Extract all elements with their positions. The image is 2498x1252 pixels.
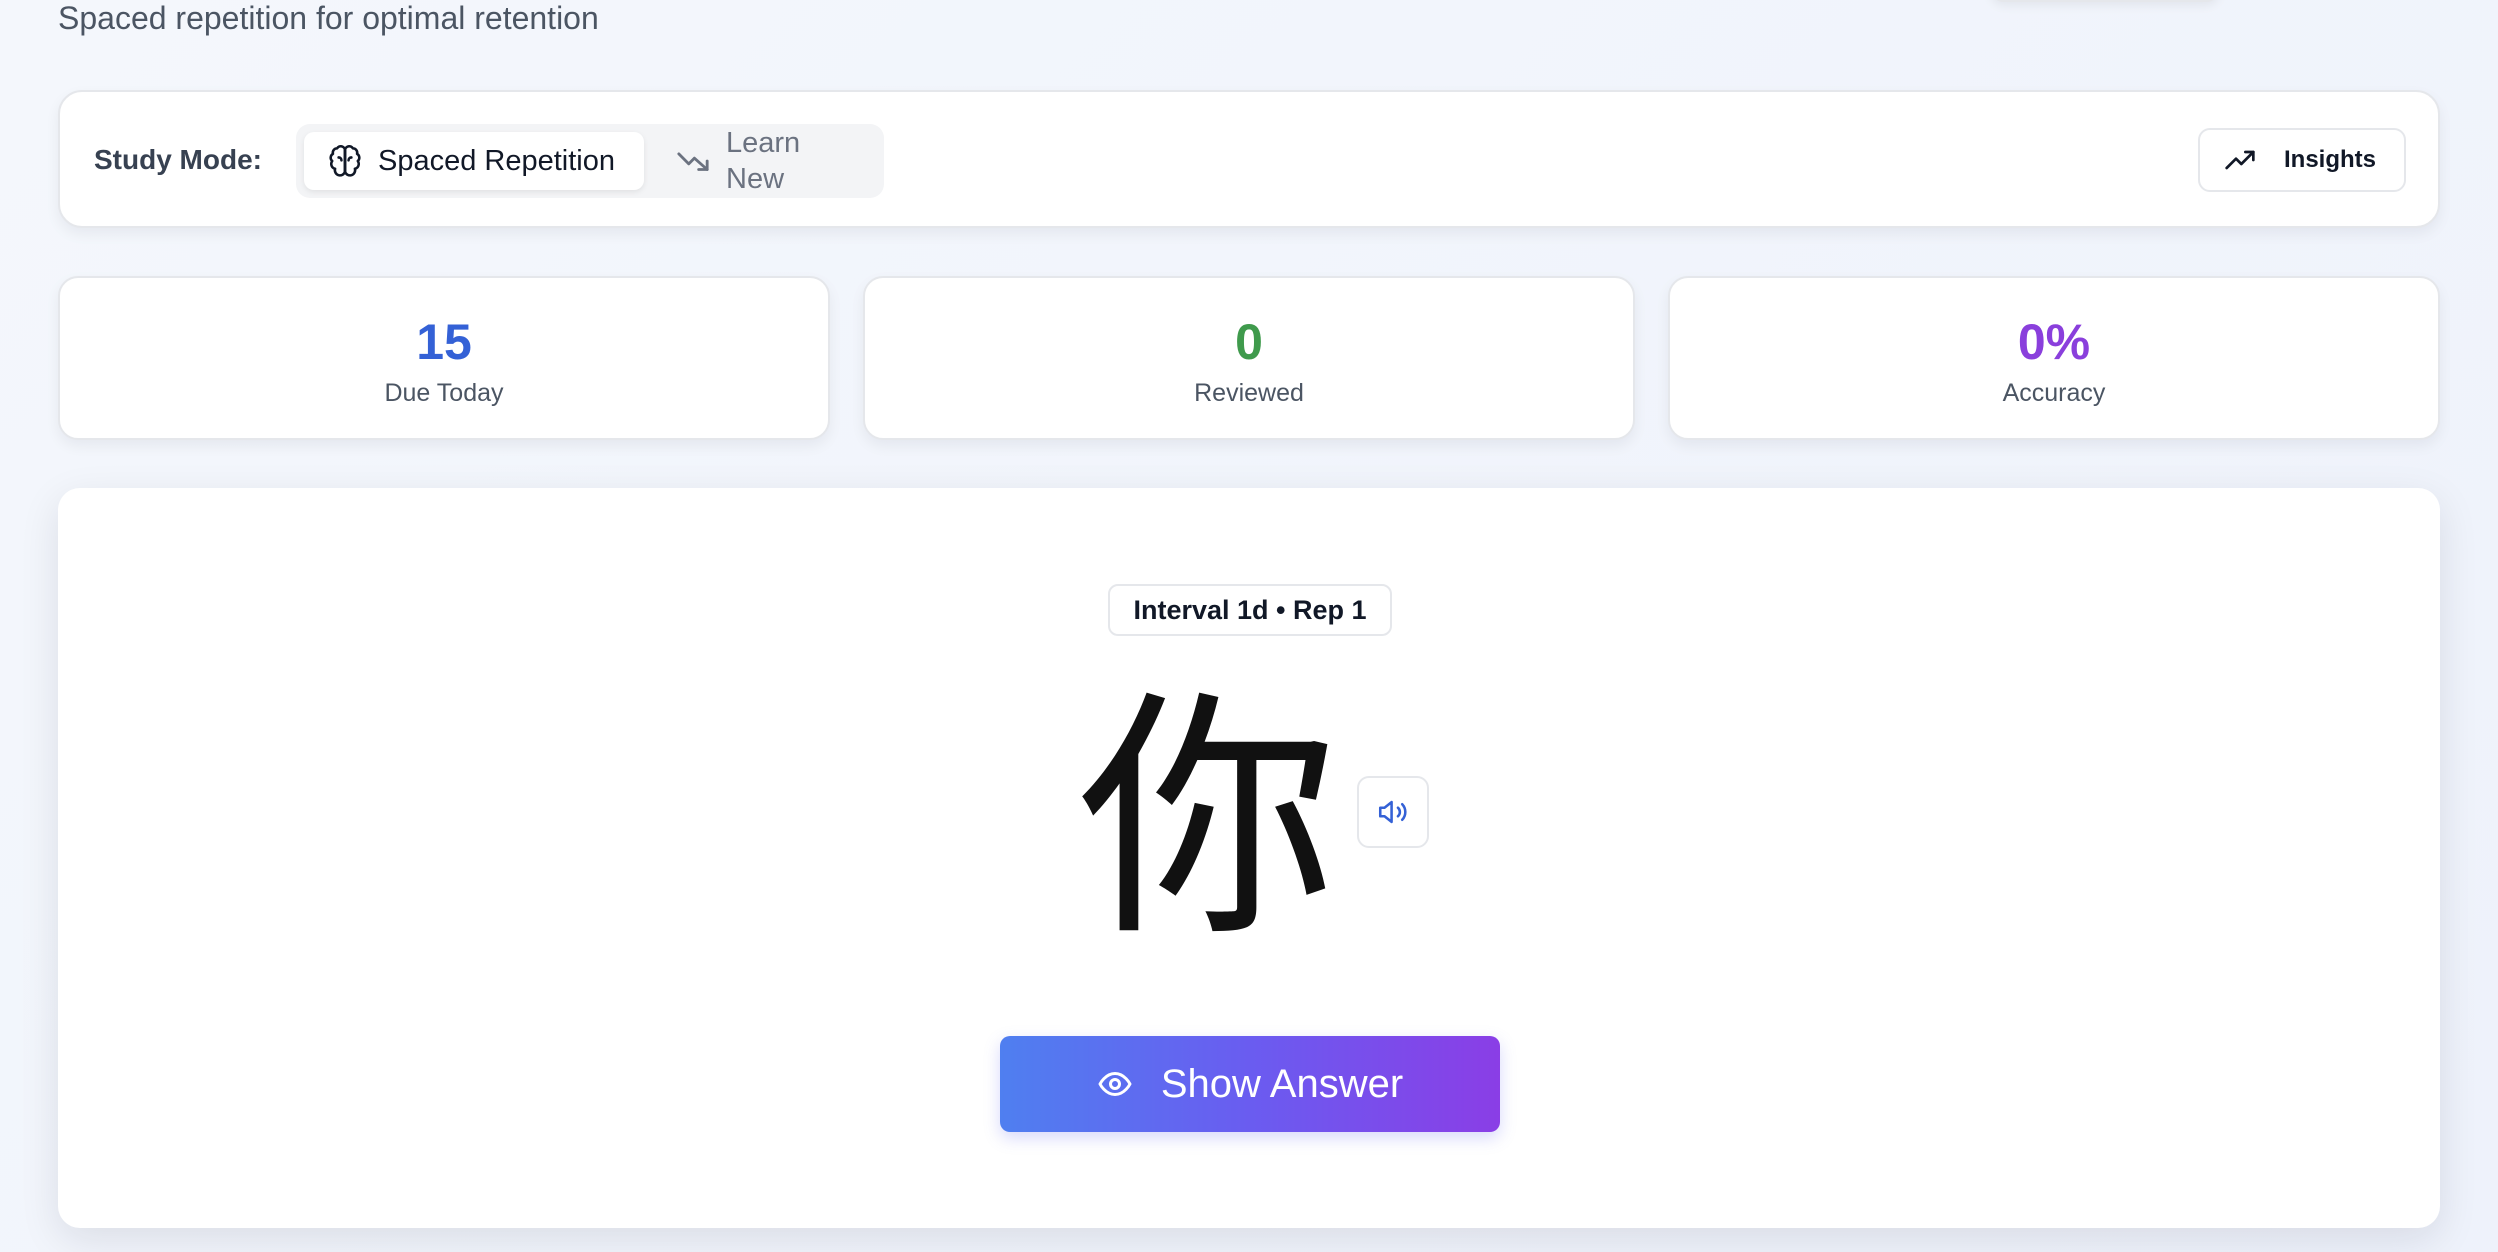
speaker-icon bbox=[1378, 800, 1407, 824]
brain-icon bbox=[329, 145, 361, 177]
play-audio-button[interactable] bbox=[1357, 776, 1429, 848]
header-action-card[interactable] bbox=[1990, 0, 2220, 2]
flashcard-character: 你 bbox=[1078, 670, 1338, 972]
stat-label-due-today: Due Today bbox=[384, 379, 504, 407]
stat-card-accuracy: 0% Accuracy bbox=[1668, 276, 2440, 440]
trending-up-icon bbox=[2225, 150, 2255, 170]
study-mode-label: Study Mode: bbox=[94, 144, 262, 175]
page-subtitle: Spaced repetition for optimal retention bbox=[58, 0, 599, 36]
stat-label-reviewed: Reviewed bbox=[1194, 379, 1304, 407]
interval-badge: Interval 1d • Rep 1 bbox=[1108, 584, 1392, 636]
eye-icon bbox=[1098, 1072, 1132, 1096]
stat-card-due-today: 15 Due Today bbox=[58, 276, 830, 440]
stat-value-accuracy: 0% bbox=[2017, 314, 2091, 370]
study-mode-toggle: Spaced Repetition Learn New bbox=[296, 124, 884, 198]
study-mode-bar: Study Mode: Spaced Repetition Learn New bbox=[58, 90, 2440, 228]
insights-button[interactable]: Insights bbox=[2198, 128, 2406, 192]
insights-label: Insights bbox=[2284, 146, 2377, 173]
mode-learn-new-label: Learn New bbox=[726, 127, 801, 195]
show-answer-label: Show Answer bbox=[1160, 1062, 1404, 1106]
mode-spaced-repetition-label: Spaced Repetition bbox=[378, 145, 615, 177]
trending-down-icon bbox=[677, 152, 709, 171]
stat-value-reviewed: 0 bbox=[1235, 314, 1263, 370]
show-answer-button[interactable]: Show Answer bbox=[1000, 1036, 1500, 1132]
page: Spaced repetition for optimal retention … bbox=[0, 0, 2498, 1252]
mode-spaced-repetition-button[interactable]: Spaced Repetition bbox=[304, 132, 644, 190]
stat-label-accuracy: Accuracy bbox=[2002, 379, 2106, 407]
mode-learn-new-button[interactable]: Learn New bbox=[652, 127, 876, 195]
stat-card-reviewed: 0 Reviewed bbox=[863, 276, 1635, 440]
stat-value-due-today: 15 bbox=[416, 314, 472, 370]
flashcard: Interval 1d • Rep 1 你 Show Answer bbox=[58, 488, 2440, 1228]
